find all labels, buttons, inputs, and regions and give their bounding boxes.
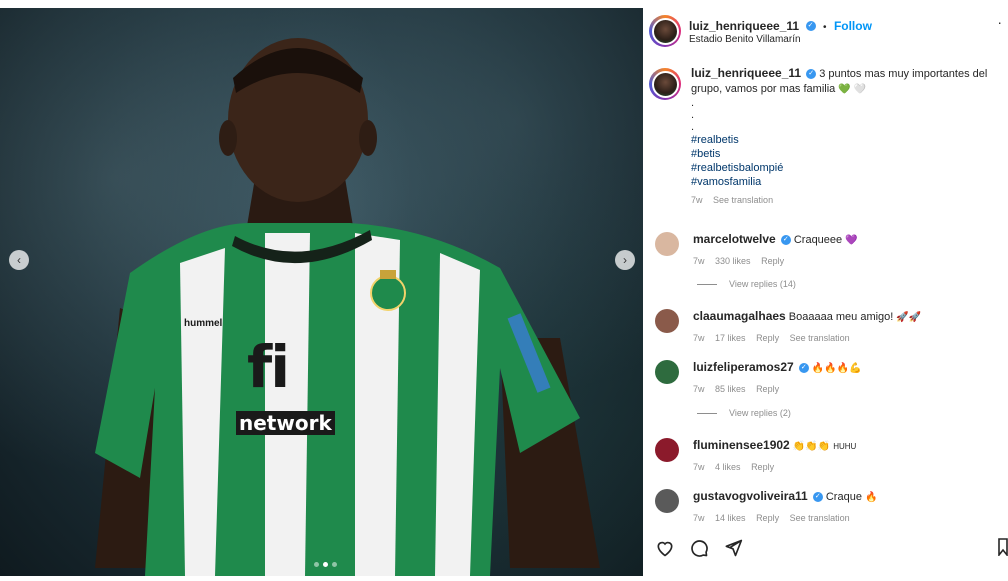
reply-link[interactable]: Reply	[761, 256, 784, 266]
comment-emoji: 🔥	[865, 492, 878, 503]
chevron-right-icon[interactable]: ›	[615, 250, 635, 270]
see-translation-link[interactable]: See translation	[790, 513, 850, 523]
comment-username[interactable]: claaumagalhaes	[693, 309, 786, 323]
carousel-dot	[332, 562, 337, 567]
see-translation-link[interactable]: See translation	[790, 333, 850, 343]
bookmark-icon[interactable]	[998, 538, 1008, 556]
post-username[interactable]: luiz_henriqueee_11	[689, 19, 799, 33]
caption-dot: .	[691, 121, 695, 133]
comment-username[interactable]: marcelotwelve	[693, 232, 776, 246]
reply-link[interactable]: Reply	[756, 513, 779, 523]
reply-link[interactable]: Reply	[756, 384, 779, 394]
reply-link[interactable]: Reply	[751, 462, 774, 472]
comment-text: Boaaaaa meu amigo!	[788, 311, 894, 323]
post-header: luiz_henriqueee_11 ✓ • Follow Estadio Be…	[643, 8, 1008, 54]
post-location[interactable]: Estadio Benito Villamarín	[689, 34, 801, 45]
comment-text: Craque	[825, 491, 862, 503]
comment-emoji: 🚀🚀	[896, 312, 922, 323]
chevron-left-icon[interactable]: ‹	[9, 250, 29, 270]
comment-emoji: 💜	[845, 235, 858, 246]
jersey-sponsor-sub: network	[236, 411, 335, 435]
comment-likes[interactable]: 330 likes	[715, 256, 751, 266]
verified-icon: ✓	[812, 492, 823, 503]
post-actions	[655, 538, 743, 558]
comment-time[interactable]: 7w	[693, 462, 705, 472]
comment-time[interactable]: 7w	[693, 384, 705, 394]
comment-likes[interactable]: 14 likes	[715, 513, 746, 523]
comment-icon[interactable]	[689, 538, 709, 558]
heart-icon[interactable]	[655, 538, 675, 558]
comment-username[interactable]: luizfeliperamos27	[693, 360, 794, 374]
hashtag-link[interactable]: #realbetisbalompié	[691, 161, 1001, 175]
comment-text: Craqueee	[793, 234, 843, 246]
carousel-dots	[314, 562, 337, 567]
caption-username[interactable]: luiz_henriqueee_11	[691, 66, 801, 80]
verified-icon: ✓	[798, 363, 809, 374]
carousel-dot	[314, 562, 319, 567]
hashtag-link[interactable]: #betis	[691, 147, 1001, 161]
avatar[interactable]	[655, 232, 679, 256]
comment-emoji: 👏👏👏	[792, 441, 831, 452]
follow-button[interactable]: Follow	[834, 19, 872, 33]
comment-username[interactable]: gustavogvoliveira11	[693, 489, 808, 503]
view-replies-link[interactable]: View replies (2)	[697, 408, 791, 418]
verified-icon: ✓	[806, 69, 817, 80]
caption-dot: .	[691, 109, 695, 121]
view-replies-label: View replies (2)	[729, 408, 791, 418]
comment-likes[interactable]: 17 likes	[715, 333, 746, 343]
paper-plane-icon[interactable]	[723, 538, 743, 558]
comment-emoji: 🔥🔥🔥💪	[811, 363, 862, 374]
post-sidebar: luiz_henriqueee_11 ✓ • Follow Estadio Be…	[643, 8, 1008, 576]
avatar[interactable]	[655, 489, 679, 513]
player-illustration	[95, 38, 600, 576]
hashtag-link[interactable]: #realbetis	[691, 133, 1001, 147]
comment-time[interactable]: 7w	[693, 256, 705, 266]
reply-link[interactable]: Reply	[756, 333, 779, 343]
divider	[697, 283, 717, 285]
jersey-brand: hummel	[184, 318, 223, 329]
comment-time[interactable]: 7w	[693, 333, 705, 343]
comment-username[interactable]: fluminensee1902	[693, 438, 790, 452]
caption-emojis: 💚 🤍	[838, 84, 867, 95]
avatar[interactable]	[655, 438, 679, 462]
post-photo[interactable]: fi network hummel ‹ ›	[0, 8, 643, 576]
view-replies-link[interactable]: View replies (14)	[697, 279, 796, 289]
avatar[interactable]	[655, 360, 679, 384]
see-translation-link[interactable]: See translation	[713, 195, 773, 205]
separator: •	[822, 22, 827, 33]
comment-time[interactable]: 7w	[693, 513, 705, 523]
hashtag-link[interactable]: #vamosfamilia	[691, 175, 1001, 189]
avatar[interactable]	[649, 68, 681, 100]
jersey-sponsor-main: fi	[247, 333, 290, 401]
avatar[interactable]	[655, 309, 679, 333]
comment-text: HUHU	[833, 442, 857, 451]
caption-dot: .	[691, 97, 695, 109]
caption-time[interactable]: 7w	[691, 195, 703, 205]
avatar[interactable]	[649, 15, 681, 47]
verified-icon: ✓	[780, 235, 791, 246]
more-options-icon[interactable]: ·	[997, 14, 1002, 30]
carousel-dot-active	[323, 562, 328, 567]
view-replies-label: View replies (14)	[729, 279, 796, 289]
verified-icon: ✓	[805, 20, 816, 31]
comment-likes[interactable]: 4 likes	[715, 462, 741, 472]
comment-likes[interactable]: 85 likes	[715, 384, 746, 394]
divider	[697, 412, 717, 414]
